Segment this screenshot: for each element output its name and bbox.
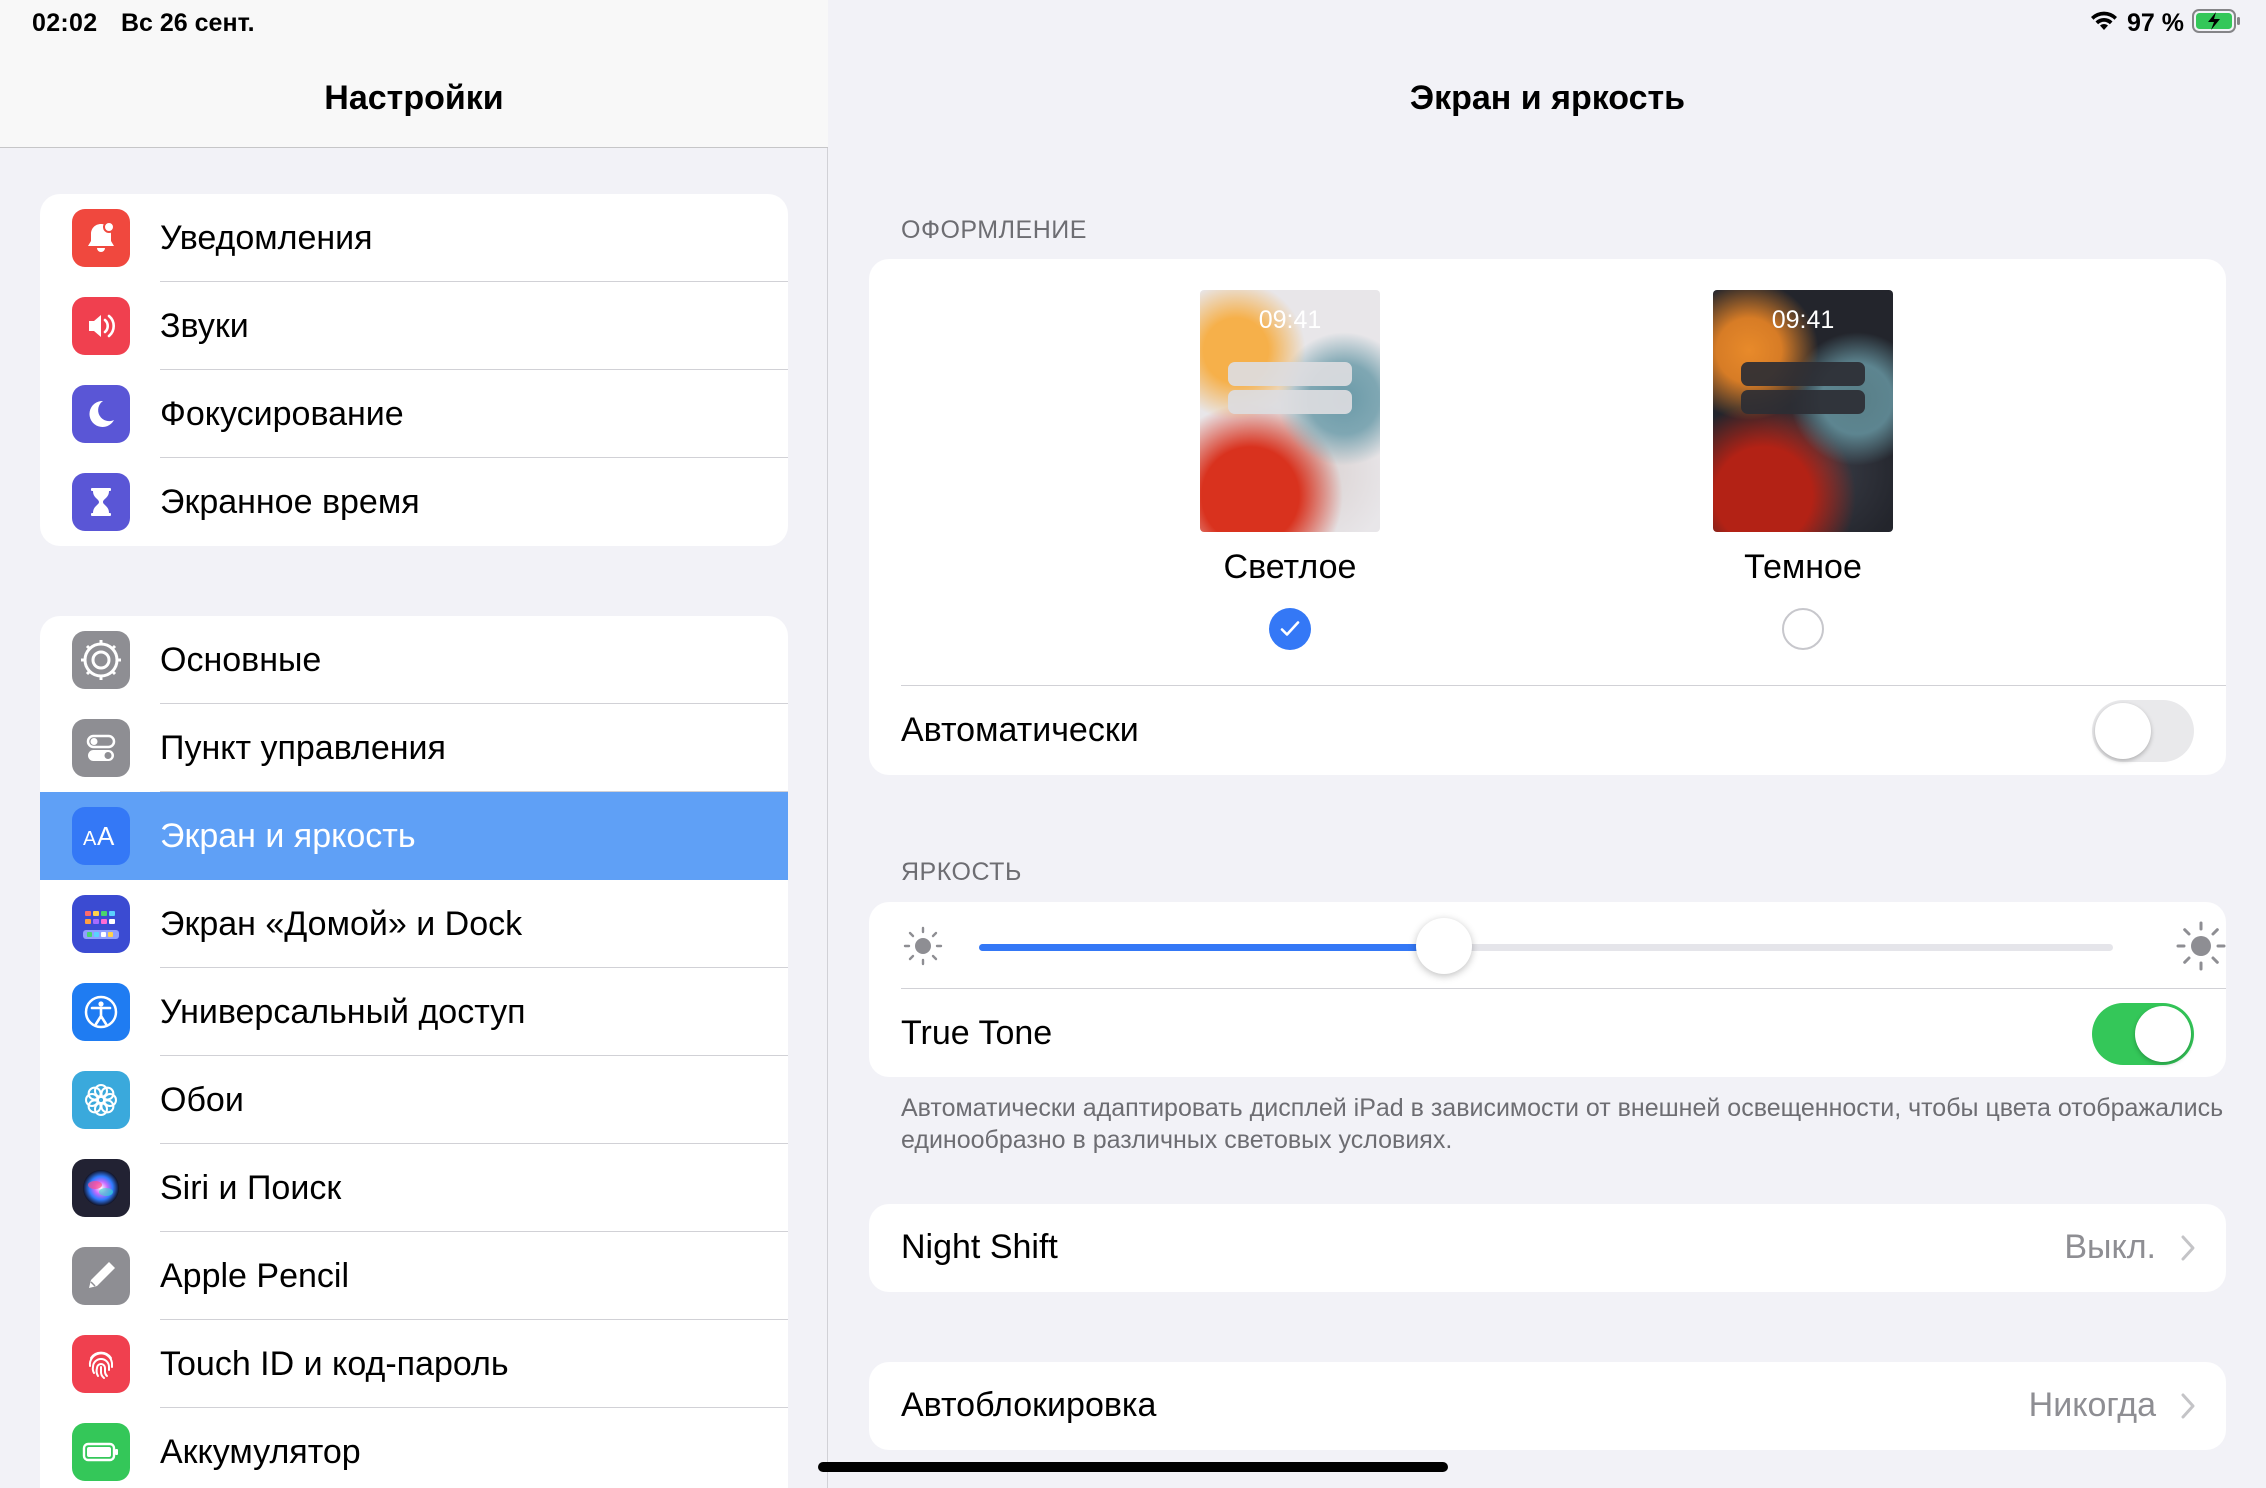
preview-bar — [1228, 390, 1352, 414]
brightness-slider[interactable] — [979, 918, 2113, 974]
sidebar-item-apple-pencil[interactable]: Apple Pencil — [40, 1232, 788, 1320]
battery-percent: 97 % — [2127, 9, 2184, 37]
settings-sidebar: Настройки Уведомления Звуки Фокусировани… — [0, 0, 828, 1488]
auto-lock-value: Никогда — [2028, 1386, 2156, 1424]
sidebar-item-label: Экран и яркость — [160, 816, 416, 855]
text-size-icon: A A — [72, 807, 130, 865]
sidebar-item-label: Экран «Домой» и Dock — [160, 904, 523, 943]
divider — [901, 685, 2226, 686]
auto-lock-label: Автоблокировка — [901, 1386, 1157, 1424]
sidebar-item-label: Экранное время — [160, 482, 420, 521]
sidebar-item-focus[interactable]: Фокусирование — [40, 370, 788, 458]
night-shift-value: Выкл. — [2064, 1228, 2156, 1266]
sidebar-item-label: Обои — [160, 1080, 244, 1119]
notifications-icon — [72, 209, 130, 267]
toggle-knob — [2095, 703, 2151, 759]
sidebar-item-label: Apple Pencil — [160, 1256, 350, 1295]
sidebar-item-label: Touch ID и код-пароль — [160, 1344, 509, 1383]
page-title: Экран и яркость — [1409, 79, 1686, 117]
sidebar-item-label: Фокусирование — [160, 394, 404, 433]
light-label: Светлое — [1223, 548, 1357, 586]
automatic-label: Автоматически — [901, 711, 1139, 749]
preview-bar — [1741, 390, 1865, 414]
preview-time: 09:41 — [1771, 306, 1835, 334]
sidebar-item-label: Уведомления — [160, 218, 373, 257]
sidebar-item-label: Аккумулятор — [160, 1432, 361, 1471]
brightness-card: True Tone — [869, 902, 2226, 1077]
gear-icon — [72, 631, 130, 689]
sidebar-item-control-center[interactable]: Пункт управления — [40, 704, 788, 792]
sun-large-icon — [2175, 920, 2226, 977]
true-tone-footnote: Автоматически адаптировать дисплей iPad … — [901, 1094, 2224, 1154]
battery-charging-icon — [2192, 8, 2242, 39]
sounds-icon — [72, 297, 130, 355]
dark-label: Темное — [1744, 548, 1862, 586]
sidebar-item-siri-search[interactable]: Siri и Поиск — [40, 1144, 788, 1232]
hourglass-icon — [72, 473, 130, 531]
preview-bar — [1741, 362, 1865, 386]
sidebar-item-accessibility[interactable]: Универсальный доступ — [40, 968, 788, 1056]
sidebar-item-label: Siri и Поиск — [160, 1168, 342, 1207]
chevron-right-icon — [2180, 1392, 2196, 1425]
dark-preview-thumbnail[interactable]: 09:41 — [1713, 290, 1893, 532]
sidebar-item-wallpaper[interactable]: Обои — [40, 1056, 788, 1144]
svg-text:A: A — [97, 821, 115, 851]
appearance-option-dark[interactable]: 09:41 Темное — [1713, 290, 1893, 650]
dark-radio-unselected[interactable] — [1782, 608, 1824, 650]
sidebar-title: Настройки — [324, 79, 504, 117]
sun-small-icon — [901, 924, 945, 973]
automatic-toggle[interactable] — [2092, 700, 2194, 762]
sidebar-item-sounds[interactable]: Звуки — [40, 282, 788, 370]
sidebar-group-1: Уведомления Звуки Фокусирование Экранное… — [40, 194, 788, 546]
true-tone-label: True Tone — [901, 1014, 1053, 1052]
light-preview-thumbnail[interactable]: 09:41 — [1200, 290, 1380, 532]
toggles-icon — [72, 719, 130, 777]
status-date: Вс 26 сент. — [121, 9, 255, 37]
battery-icon — [72, 1423, 130, 1481]
divider — [901, 988, 2226, 989]
sidebar-item-screen-time[interactable]: Экранное время — [40, 458, 788, 546]
fingerprint-icon — [72, 1335, 130, 1393]
sidebar-item-battery[interactable]: Аккумулятор — [40, 1408, 788, 1488]
brightness-slider-knob[interactable] — [1415, 918, 1472, 974]
night-shift-label: Night Shift — [901, 1228, 1058, 1266]
pencil-icon — [72, 1247, 130, 1305]
toggle-knob — [2135, 1006, 2191, 1062]
appearance-card: 09:41 Светлое 09:41 Темное Автоматически — [869, 259, 2226, 775]
flower-icon — [72, 1071, 130, 1129]
home-indicator[interactable] — [818, 1462, 1448, 1472]
display-brightness-pane: Экран и яркость ОФОРМЛЕНИЕ 09:41 Светлое… — [829, 0, 2266, 1488]
auto-lock-row[interactable]: Автоблокировка Никогда — [869, 1362, 2226, 1450]
night-shift-row[interactable]: Night Shift Выкл. — [869, 1204, 2226, 1292]
sidebar-item-touch-id-passcode[interactable]: Touch ID и код-пароль — [40, 1320, 788, 1408]
sidebar-item-general[interactable]: Основные — [40, 616, 788, 704]
status-right: 97 % — [2089, 8, 2242, 39]
sidebar-item-label: Универсальный доступ — [160, 992, 526, 1031]
accessibility-icon — [72, 983, 130, 1041]
sidebar-item-notifications[interactable]: Уведомления — [40, 194, 788, 282]
status-bar: 02:02 Вс 26 сент. 97 % — [0, 0, 2266, 48]
appearance-section-label: ОФОРМЛЕНИЕ — [901, 216, 1087, 244]
sidebar-item-label: Основные — [160, 640, 322, 679]
home-grid-icon — [72, 895, 130, 953]
status-time: 02:02 — [32, 9, 98, 37]
appearance-option-light[interactable]: 09:41 Светлое — [1200, 290, 1380, 650]
checkmark-icon — [1280, 621, 1300, 636]
brightness-section-label: ЯРКОСТЬ — [901, 858, 1022, 886]
preview-bar — [1228, 362, 1352, 386]
sidebar-item-home-screen-dock[interactable]: Экран «Домой» и Dock — [40, 880, 788, 968]
sidebar-group-2: Основные Пункт управления A A Экран и яр… — [40, 616, 788, 1488]
wifi-icon — [2089, 9, 2119, 38]
svg-text:A: A — [83, 828, 97, 850]
light-radio-selected[interactable] — [1269, 608, 1311, 650]
preview-time: 09:41 — [1258, 306, 1322, 334]
sidebar-item-label: Пункт управления — [160, 728, 446, 767]
sidebar-item-display-brightness[interactable]: A A Экран и яркость — [40, 792, 788, 880]
sidebar-item-label: Звуки — [160, 306, 249, 345]
brightness-slider-fill — [979, 944, 1444, 951]
siri-icon — [72, 1159, 130, 1217]
true-tone-toggle[interactable] — [2092, 1003, 2194, 1065]
moon-icon — [72, 385, 130, 443]
chevron-right-icon — [2180, 1234, 2196, 1267]
